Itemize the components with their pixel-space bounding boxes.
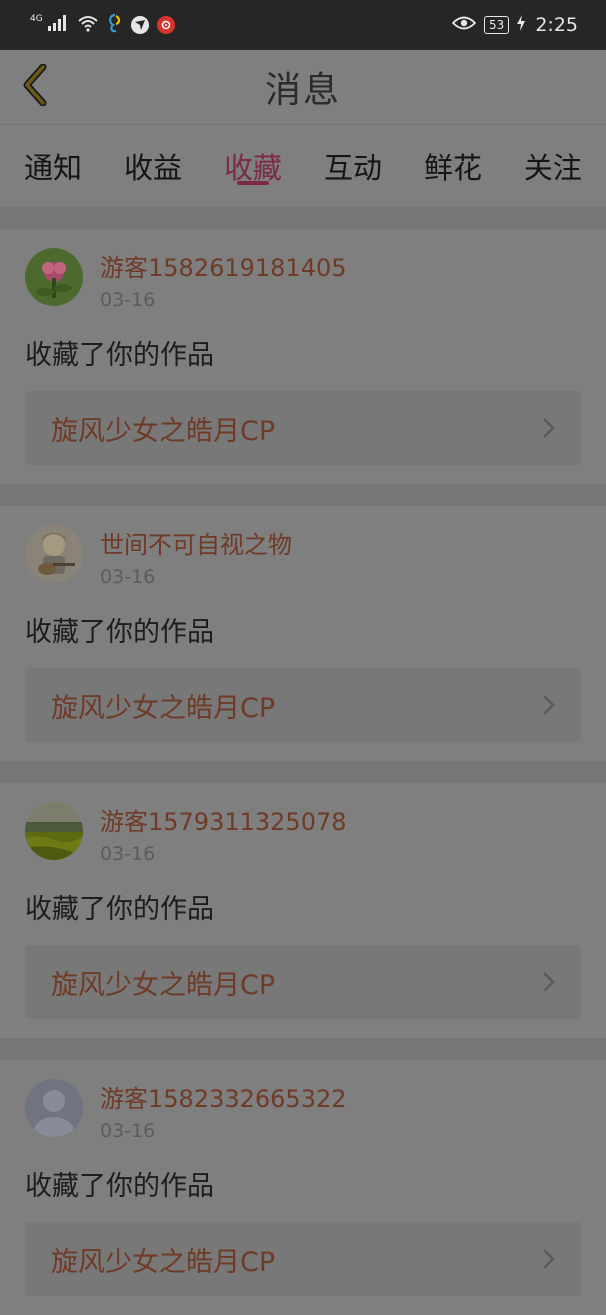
signal-icon <box>47 14 69 36</box>
avatar[interactable] <box>25 802 83 860</box>
tab-bar: 通知 收益 收藏 互动 鲜花 关注 <box>0 125 606 207</box>
eye-icon <box>451 15 477 35</box>
message-card: 世间不可自视之物 03-16 收藏了你的作品 旋风少女之皓月CP <box>0 506 606 761</box>
message-date: 03-16 <box>100 566 156 588</box>
divider <box>0 207 606 229</box>
app-notification-icon <box>107 13 123 37</box>
chevron-right-icon <box>543 695 555 715</box>
tab-earnings[interactable]: 收益 <box>124 125 182 207</box>
tab-notifications[interactable]: 通知 <box>24 125 82 207</box>
tab-flowers[interactable]: 鲜花 <box>424 125 482 207</box>
username[interactable]: 世间不可自视之物 <box>100 528 292 562</box>
work-link[interactable]: 旋风少女之皓月CP <box>25 668 581 742</box>
avatar[interactable] <box>25 525 83 583</box>
status-bar: 4G 53 2:25 <box>0 0 606 50</box>
work-link[interactable]: 旋风少女之皓月CP <box>25 945 581 1019</box>
message-date: 03-16 <box>100 289 156 311</box>
message-date: 03-16 <box>100 1120 156 1142</box>
back-button[interactable] <box>14 63 54 110</box>
tab-interactions[interactable]: 互动 <box>324 125 382 207</box>
chevron-right-icon <box>543 418 555 438</box>
username[interactable]: 游客1582332665322 <box>100 1082 347 1116</box>
user-row: 游客1582619181405 03-16 <box>25 248 581 313</box>
wifi-icon <box>77 14 99 36</box>
user-row: 游客1582332665322 03-16 <box>25 1079 581 1144</box>
user-row: 游客1579311325078 03-16 <box>25 802 581 867</box>
action-text: 收藏了你的作品 <box>25 617 214 648</box>
action-text: 收藏了你的作品 <box>25 894 214 925</box>
work-title: 旋风少女之皓月CP <box>51 692 276 724</box>
action-text: 收藏了你的作品 <box>25 340 214 371</box>
user-info: 游客1579311325078 03-16 <box>100 805 347 867</box>
status-left: 4G <box>30 13 175 37</box>
user-info: 世间不可自视之物 03-16 <box>100 528 292 590</box>
avatar[interactable] <box>25 1079 83 1137</box>
work-link[interactable]: 旋风少女之皓月CP <box>25 1222 581 1296</box>
message-card: 游客1582619181405 03-16 收藏了你的作品 旋风少女之皓月CP <box>0 229 606 484</box>
chevron-left-icon <box>19 63 49 110</box>
user-info: 游客1582619181405 03-16 <box>100 251 347 313</box>
clock: 2:25 <box>535 14 578 36</box>
status-right: 53 2:25 <box>451 14 578 36</box>
message-card: 游客1579311325078 03-16 收藏了你的作品 旋风少女之皓月CP <box>0 783 606 1038</box>
user-row: 世间不可自视之物 03-16 <box>25 525 581 590</box>
action-text: 收藏了你的作品 <box>25 1171 214 1202</box>
work-link[interactable]: 旋风少女之皓月CP <box>25 391 581 465</box>
divider <box>0 484 606 506</box>
divider <box>0 761 606 783</box>
network-type: 4G <box>30 14 43 24</box>
charging-icon <box>517 15 526 35</box>
tab-follows[interactable]: 关注 <box>524 125 582 207</box>
battery-level: 53 <box>484 16 510 34</box>
page-title: 消息 <box>264 70 341 111</box>
message-card: 游客1582332665322 03-16 收藏了你的作品 旋风少女之皓月CP <box>0 1060 606 1315</box>
work-title: 旋风少女之皓月CP <box>51 1246 276 1278</box>
avatar[interactable] <box>25 248 83 306</box>
work-title: 旋风少女之皓月CP <box>51 415 276 447</box>
work-title: 旋风少女之皓月CP <box>51 969 276 1001</box>
chevron-right-icon <box>543 1249 555 1269</box>
music-app-icon <box>156 16 175 34</box>
username[interactable]: 游客1582619181405 <box>100 251 347 285</box>
message-date: 03-16 <box>100 843 156 865</box>
chevron-right-icon <box>543 972 555 992</box>
divider <box>0 1038 606 1060</box>
username[interactable]: 游客1579311325078 <box>100 805 347 839</box>
top-bar: 消息 <box>0 50 606 125</box>
tab-favorites[interactable]: 收藏 <box>224 125 282 207</box>
bird-app-icon <box>130 16 149 34</box>
user-info: 游客1582332665322 03-16 <box>100 1082 347 1144</box>
